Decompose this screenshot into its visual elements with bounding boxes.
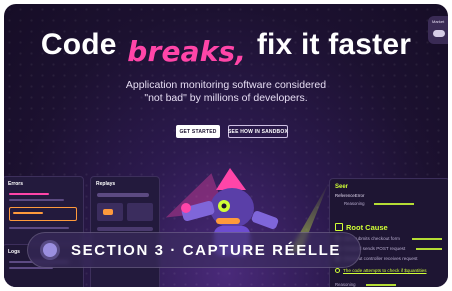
hero-subtitle: Application monitoring software consider… xyxy=(4,79,448,105)
blaster-tip xyxy=(181,203,191,213)
hero-title-end: fix it faster xyxy=(256,28,412,61)
mascot-arm-right xyxy=(251,211,279,229)
sandbox-button[interactable]: SEE HOW IN SANDBOX xyxy=(228,125,288,138)
replay-thumbnail xyxy=(127,203,153,221)
sentry-hero-frame: Market Code breaks, fix it faster Applic… xyxy=(4,4,448,287)
seer-reasoning-top: Reasoning xyxy=(344,201,365,206)
error-highlight-box xyxy=(9,207,77,221)
error-bar xyxy=(9,227,69,229)
get-started-button[interactable]: GET STARTED xyxy=(176,125,220,138)
hero-subtitle-line-2: "not bad" by millions of developers. xyxy=(144,92,308,104)
root-cause-icon xyxy=(335,223,343,231)
seer-reasoning-bottom: Reasoning xyxy=(335,282,356,287)
highlight-check-icon xyxy=(335,268,340,273)
replays-panel-title: Replays xyxy=(96,181,116,187)
mascot-pupil xyxy=(221,203,227,209)
error-bar xyxy=(9,199,64,201)
hero-subtitle-line-1: Application monitoring software consider… xyxy=(125,79,327,91)
seer-reasoning-rule xyxy=(374,203,414,205)
marketing-toggle-label: Market xyxy=(432,19,445,24)
seer-title: Seer xyxy=(335,184,349,190)
seer-reasoning-rule xyxy=(366,284,396,286)
replay-marker xyxy=(103,209,113,215)
seer-error-label: ReferenceError xyxy=(335,193,365,198)
replay-row xyxy=(97,193,149,197)
hero-title-start: Code xyxy=(40,28,117,61)
caption-dot-icon xyxy=(43,243,57,257)
replay-row xyxy=(97,227,153,231)
errors-panel-title: Errors xyxy=(8,181,24,187)
error-bar xyxy=(13,212,43,214)
step-rule xyxy=(416,248,442,250)
mascot-mouth xyxy=(216,218,240,224)
hero-title: Code breaks, fix it faster xyxy=(4,28,448,68)
root-cause-highlight[interactable]: The code attempts to check if $quantitie… xyxy=(343,268,427,273)
hero-title-accent: breaks, xyxy=(127,35,247,68)
mascot-hat xyxy=(216,168,246,190)
section-caption-pill: SECTION 3 · CAPTURE RÉELLE xyxy=(27,232,361,268)
step-rule xyxy=(412,238,442,240)
root-cause-heading: Root Cause xyxy=(346,223,388,232)
error-bar xyxy=(9,193,49,195)
section-caption-text: SECTION 3 · CAPTURE RÉELLE xyxy=(71,241,341,259)
